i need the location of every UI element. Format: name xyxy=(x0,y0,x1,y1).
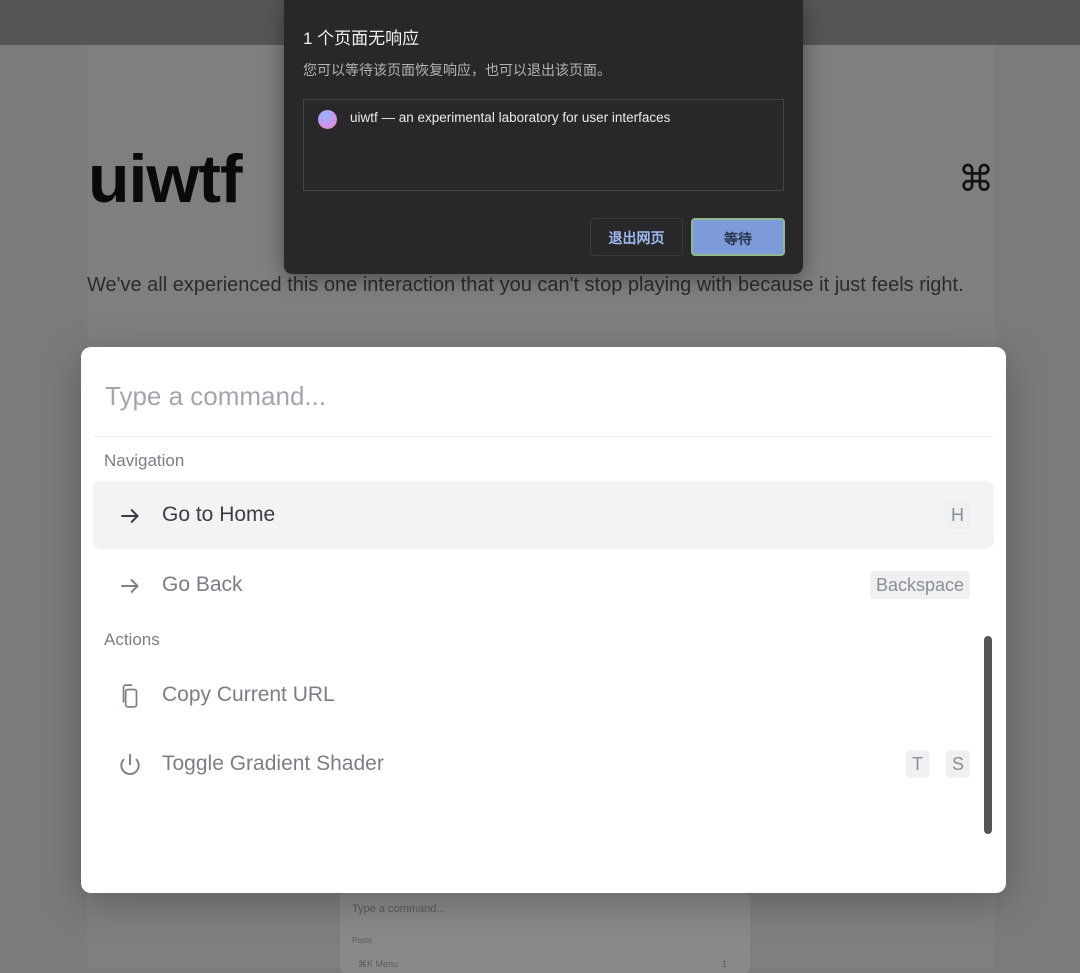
dialog-subtitle: 您可以等待该页面恢复响应，也可以退出该页面。 xyxy=(303,62,611,78)
exit-page-button[interactable]: 退出网页 xyxy=(590,218,683,256)
command-input[interactable] xyxy=(105,381,965,412)
wait-button[interactable]: 等待 xyxy=(691,218,785,256)
dialog-title: 1 个页面无响应 xyxy=(303,29,420,48)
page-title: uiwtf — an experimental laboratory for u… xyxy=(350,110,671,125)
command-label: Go to Home xyxy=(162,503,276,526)
command-go-home[interactable]: Go to Home H xyxy=(93,481,994,549)
shortcut-key: Backspace xyxy=(869,571,970,599)
command-label: Copy Current URL xyxy=(162,683,335,706)
site-logo[interactable]: uiwtf xyxy=(88,140,243,218)
shortcut-key: S xyxy=(945,750,970,778)
unresponsive-page-list: uiwtf — an experimental laboratory for u… xyxy=(303,99,784,191)
page-unresponsive-dialog: 1 个页面无响应 您可以等待该页面恢复响应，也可以退出该页面。 uiwtf — … xyxy=(284,0,803,274)
scrollbar[interactable] xyxy=(984,636,992,834)
copy-icon xyxy=(122,684,138,708)
shortcut-key: H xyxy=(945,501,970,529)
command-menu-preview: Type a command... Posts ⌘K Menu 1 xyxy=(340,893,750,973)
power-icon xyxy=(120,754,140,775)
command-key-icon[interactable]: ⌘ xyxy=(958,158,994,200)
preview-item: ⌘K Menu xyxy=(358,959,399,969)
command-go-back[interactable]: Go Back Backspace xyxy=(93,551,994,619)
preview-placeholder: Type a command... xyxy=(352,903,446,915)
group-navigation: Navigation xyxy=(104,451,185,470)
command-palette: Navigation Go to Home H Go Back Backspac… xyxy=(81,347,1006,893)
arrow-right-icon xyxy=(121,508,139,524)
divider xyxy=(93,436,994,437)
shortcut-key: T xyxy=(906,750,929,778)
group-actions: Actions xyxy=(104,630,160,649)
command-label: Go Back xyxy=(162,573,243,596)
command-copy-url[interactable]: Copy Current URL xyxy=(93,661,994,729)
arrow-right-icon xyxy=(121,578,139,594)
command-toggle-shader[interactable]: Toggle Gradient Shader T S xyxy=(93,730,994,798)
preview-group: Posts xyxy=(352,936,373,945)
favicon-icon xyxy=(318,110,337,129)
command-label: Toggle Gradient Shader xyxy=(162,752,384,775)
